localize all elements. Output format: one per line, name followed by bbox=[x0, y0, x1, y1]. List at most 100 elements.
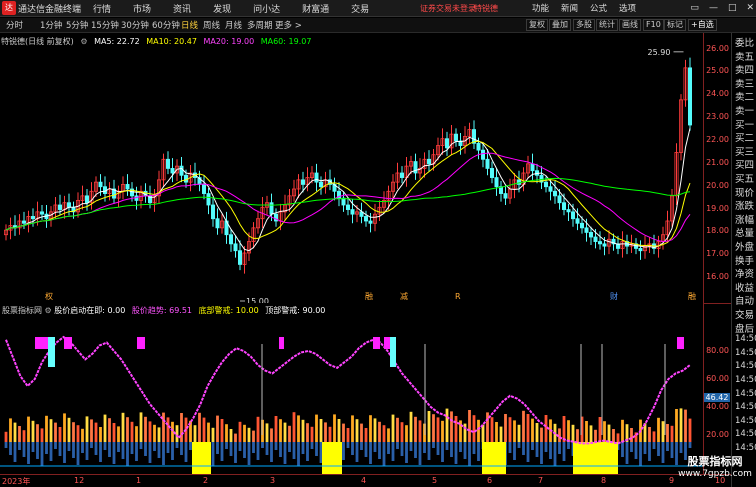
indicator-bar-up bbox=[72, 422, 75, 442]
maximize-icon[interactable]: □ bbox=[728, 3, 737, 13]
period-1min[interactable]: 1分钟 bbox=[40, 19, 62, 31]
quote-panel-label[interactable]: 买五 bbox=[735, 171, 754, 185]
quote-panel-label[interactable]: 卖五 bbox=[735, 49, 754, 63]
quote-panel-label[interactable]: 净资 bbox=[735, 266, 754, 280]
price-axis: 26.00 25.00 24.00 23.00 22.00 21.00 20.00 19.00… bbox=[703, 33, 731, 303]
quote-panel-label[interactable]: 买二 bbox=[735, 130, 754, 144]
login-notice[interactable]: 证券交易未登录 bbox=[420, 3, 476, 14]
indicator-bar-up bbox=[121, 412, 125, 442]
menu-shichang[interactable]: 市场 bbox=[133, 2, 151, 15]
quote-panel-label[interactable]: 涨跌 bbox=[735, 198, 754, 212]
indicator-bar-down bbox=[117, 442, 120, 452]
indicator-bar-up bbox=[513, 420, 516, 442]
quote-panel-label[interactable]: 买四 bbox=[735, 157, 754, 171]
menu-gongneng[interactable]: 功能 bbox=[532, 2, 549, 14]
btn-fuquan[interactable]: 复权 bbox=[526, 19, 548, 31]
menu-hangqing[interactable]: 行情 bbox=[93, 2, 111, 15]
candlestick-chart[interactable]: 25.9015.00权融减 R 财融 bbox=[0, 33, 703, 303]
indicator-bar-up bbox=[369, 415, 372, 442]
quote-panel-label[interactable]: 14:50 bbox=[735, 348, 756, 358]
quote-panel-label[interactable]: 14:50 bbox=[735, 402, 756, 412]
menu-caifutong[interactable]: 财富通 bbox=[302, 2, 329, 15]
menu-wenxiaoda[interactable]: 问小达 bbox=[253, 2, 280, 15]
quote-panel-label[interactable]: 14:50 bbox=[735, 443, 756, 453]
indicator-bar-up bbox=[508, 417, 512, 442]
quote-panel-label[interactable]: 交易 bbox=[735, 307, 754, 321]
indicator-bar-up bbox=[229, 429, 233, 442]
menu-zixun[interactable]: 资讯 bbox=[173, 2, 191, 15]
quote-panel-label[interactable]: 卖一 bbox=[735, 103, 754, 117]
indicator-bar-up bbox=[315, 414, 318, 442]
period-fenshi[interactable]: 分时 bbox=[6, 19, 23, 31]
quote-panel-label[interactable]: 收益 bbox=[735, 280, 754, 294]
quote-panel-label[interactable]: 自动 bbox=[735, 293, 754, 307]
period-weekly[interactable]: 周线 bbox=[203, 19, 220, 31]
period-60min[interactable]: 60分钟 bbox=[152, 19, 180, 31]
close-icon[interactable]: ✕ bbox=[746, 3, 754, 13]
period-daily[interactable]: 日线 bbox=[181, 19, 198, 31]
period-15min[interactable]: 15分钟 bbox=[91, 19, 119, 31]
indicator-bar-down bbox=[238, 442, 242, 451]
indicator-chart[interactable] bbox=[0, 303, 703, 474]
period-5min[interactable]: 5分钟 bbox=[66, 19, 88, 31]
indicator-bar-up bbox=[490, 417, 494, 442]
btn-add-watchlist[interactable]: +自选 bbox=[688, 19, 717, 31]
indicator-bar-down bbox=[261, 442, 264, 448]
period-more[interactable]: 更多 > bbox=[275, 19, 302, 31]
indicator-bar-down bbox=[274, 442, 278, 450]
menu-xuanxiang[interactable]: 选项 bbox=[619, 2, 636, 14]
candle-body bbox=[503, 193, 508, 199]
quote-panel-label[interactable]: 盘后 bbox=[735, 321, 754, 335]
quote-panel-label[interactable]: 总量 bbox=[735, 225, 754, 239]
indicator-bar-up bbox=[108, 418, 111, 442]
quote-panel-label[interactable]: 买三 bbox=[735, 144, 754, 158]
event-mark: 融 bbox=[365, 291, 373, 301]
btn-duogu[interactable]: 多股 bbox=[573, 19, 595, 31]
menu-jiaoyi[interactable]: 交易 bbox=[351, 2, 369, 15]
menu-faxian[interactable]: 发现 bbox=[213, 2, 231, 15]
indicator-bar-up bbox=[135, 426, 138, 442]
period-30min[interactable]: 30分钟 bbox=[121, 19, 149, 31]
candle-body bbox=[215, 218, 220, 229]
quote-panel-label[interactable]: 14:50 bbox=[735, 416, 756, 426]
btn-biaoji[interactable]: 标记 bbox=[664, 19, 686, 31]
indicator-bar-up bbox=[630, 428, 633, 442]
quote-panel-label[interactable]: 买一 bbox=[735, 117, 754, 131]
indicator-bar-up bbox=[540, 427, 543, 442]
indicator-bar-down bbox=[355, 442, 359, 462]
candle-body bbox=[233, 243, 238, 252]
quote-panel-label[interactable]: 换手 bbox=[735, 253, 754, 267]
restore-icon[interactable]: ▭ bbox=[690, 3, 699, 13]
quote-panel-label[interactable]: 涨幅 bbox=[735, 212, 754, 226]
quote-panel-label[interactable]: 外盘 bbox=[735, 239, 754, 253]
period-monthly[interactable]: 月线 bbox=[225, 19, 242, 31]
indicator-bar-down bbox=[558, 442, 561, 454]
quote-panel-label[interactable]: 14:50 bbox=[735, 429, 756, 439]
indicator-bar-up bbox=[585, 421, 588, 442]
minimize-icon[interactable]: — bbox=[709, 3, 718, 13]
quote-panel-label[interactable]: 14:50 bbox=[735, 334, 756, 344]
candle-body bbox=[210, 204, 215, 220]
indicator-bar-up bbox=[400, 422, 404, 442]
btn-tongji[interactable]: 统计 bbox=[596, 19, 618, 31]
candle-body bbox=[453, 133, 458, 142]
quote-panel-label[interactable]: 现价 bbox=[735, 185, 754, 199]
quote-panel-label[interactable]: 卖四 bbox=[735, 62, 754, 76]
indicator-bar-up bbox=[598, 417, 602, 442]
quote-panel-label[interactable]: 卖二 bbox=[735, 89, 754, 103]
btn-f10[interactable]: F10 bbox=[643, 19, 664, 31]
quote-panel-label[interactable]: 卖三 bbox=[735, 76, 754, 90]
quote-panel-label[interactable]: 14:50 bbox=[735, 361, 756, 371]
menu-gongshi[interactable]: 公式 bbox=[590, 2, 607, 14]
btn-diejia[interactable]: 叠加 bbox=[549, 19, 571, 31]
indicator-bar-up bbox=[684, 409, 687, 442]
indicator-bar-down bbox=[121, 442, 125, 459]
btn-huaxian[interactable]: 画线 bbox=[619, 19, 641, 31]
quote-panel-label[interactable]: 14:50 bbox=[735, 375, 756, 385]
indicator-bar-down bbox=[184, 442, 188, 462]
indicator-bar-down bbox=[531, 442, 534, 450]
quote-panel-label[interactable]: 委比 bbox=[735, 35, 754, 49]
menu-xinwen[interactable]: 新闻 bbox=[561, 2, 578, 14]
quote-panel-label[interactable]: 14:50 bbox=[735, 389, 756, 399]
period-multi[interactable]: 多周期 bbox=[247, 19, 273, 31]
